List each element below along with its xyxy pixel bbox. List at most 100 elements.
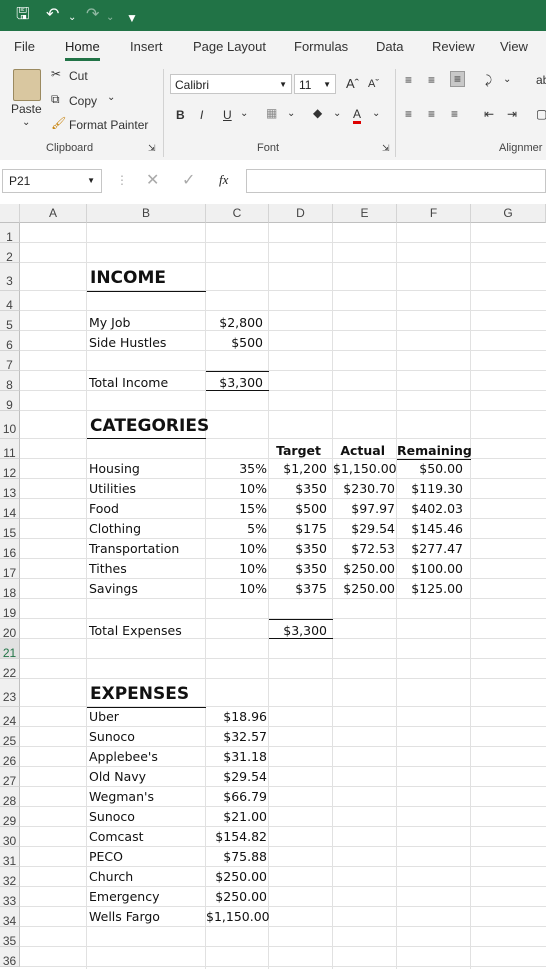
font-color-dropdown-icon[interactable]: ⌄ [372, 108, 380, 119]
row-header[interactable]: 24 [0, 707, 20, 728]
fill-dropdown-icon[interactable]: ⌄ [333, 108, 341, 119]
format-painter-icon[interactable]: 🖌 [51, 116, 66, 130]
redo-dropdown-icon[interactable]: ⌄ [106, 8, 114, 28]
align-right-icon[interactable]: ≡ [451, 107, 458, 121]
tab-insert[interactable]: Insert [130, 39, 163, 54]
borders-dropdown-icon[interactable]: ⌄ [287, 108, 295, 119]
row-header[interactable]: 16 [0, 539, 20, 560]
align-middle-icon[interactable]: ≡ [428, 73, 435, 87]
enter-icon[interactable]: ✓ [182, 170, 195, 190]
orientation-icon[interactable]: ⤸ [485, 73, 492, 88]
merge-center-icon[interactable]: ▢ [536, 107, 546, 121]
row-header[interactable]: 3 [0, 263, 20, 291]
undo-icon[interactable]: ↶ [46, 5, 59, 25]
name-box[interactable]: P21 ▼ [2, 169, 102, 193]
row-header[interactable]: 34 [0, 907, 20, 928]
row-header[interactable]: 21 [0, 639, 20, 660]
col-header-g[interactable]: G [471, 204, 546, 223]
col-header-e[interactable]: E [333, 204, 397, 223]
cut-icon[interactable]: ✂ [51, 67, 61, 81]
row-header[interactable]: 28 [0, 787, 20, 808]
redo-icon[interactable]: ↷ [86, 5, 99, 25]
format-painter-button[interactable]: Format Painter [69, 118, 148, 132]
row-header[interactable]: 8 [0, 371, 20, 392]
col-header-b[interactable]: B [87, 204, 206, 223]
row-header[interactable]: 32 [0, 867, 20, 888]
row-header[interactable]: 13 [0, 479, 20, 500]
align-left-icon[interactable]: ≡ [405, 107, 412, 121]
row-header[interactable]: 19 [0, 599, 20, 620]
row-header[interactable]: 18 [0, 579, 20, 600]
copy-dropdown-icon[interactable]: ⌄ [107, 92, 115, 103]
font-launcher-icon[interactable]: ⇲ [382, 143, 390, 154]
align-top-icon[interactable]: ≡ [405, 73, 412, 87]
col-header-d[interactable]: D [269, 204, 333, 223]
align-bottom-icon[interactable]: ≡ [450, 71, 466, 87]
italic-button[interactable]: I [200, 108, 203, 122]
row-header[interactable]: 4 [0, 291, 20, 312]
decrease-indent-icon[interactable]: ⇤ [484, 107, 494, 121]
wrap-text-icon[interactable]: ab [536, 73, 546, 87]
row-header[interactable]: 11 [0, 439, 20, 460]
bold-button[interactable]: B [176, 108, 185, 122]
copy-icon[interactable]: ⧉ [51, 92, 60, 107]
row-header[interactable]: 2 [0, 243, 20, 264]
tab-file[interactable]: File [14, 39, 35, 54]
col-header-c[interactable]: C [206, 204, 269, 223]
row-header[interactable]: 17 [0, 559, 20, 580]
tab-formulas[interactable]: Formulas [294, 39, 348, 54]
row-header[interactable]: 7 [0, 351, 20, 372]
copy-button[interactable]: Copy [69, 94, 97, 108]
row-header[interactable]: 20 [0, 619, 20, 640]
tab-view[interactable]: View [500, 39, 528, 54]
row-header[interactable]: 10 [0, 411, 20, 439]
row-header[interactable]: 22 [0, 659, 20, 680]
row-header[interactable]: 26 [0, 747, 20, 768]
paste-icon[interactable] [13, 69, 41, 101]
cut-button[interactable]: Cut [69, 69, 88, 83]
increase-indent-icon[interactable]: ⇥ [507, 107, 517, 121]
row-header[interactable]: 36 [0, 947, 20, 968]
row-header[interactable]: 33 [0, 887, 20, 908]
fill-color-icon[interactable]: ◆ [313, 106, 322, 120]
row-header[interactable]: 5 [0, 311, 20, 332]
row-header[interactable]: 30 [0, 827, 20, 848]
row-header[interactable]: 6 [0, 331, 20, 352]
row-header[interactable]: 14 [0, 499, 20, 520]
row-header[interactable]: 35 [0, 927, 20, 948]
paste-button[interactable]: Paste [11, 102, 42, 116]
select-all-corner[interactable] [0, 204, 20, 223]
col-header-a[interactable]: A [20, 204, 87, 223]
customize-icon[interactable]: ▼ [126, 8, 138, 28]
increase-font-icon[interactable]: Aˆ [346, 76, 359, 91]
insert-function-icon[interactable]: fx [219, 172, 228, 188]
row-header[interactable]: 9 [0, 391, 20, 412]
underline-button[interactable]: U [223, 108, 232, 122]
paste-dropdown-icon[interactable]: ⌄ [22, 117, 30, 128]
borders-icon[interactable]: ▦ [266, 106, 277, 120]
undo-dropdown-icon[interactable]: ⌄ [68, 8, 76, 28]
align-center-icon[interactable]: ≡ [428, 107, 435, 121]
clipboard-launcher-icon[interactable]: ⇲ [148, 143, 156, 154]
tab-data[interactable]: Data [376, 39, 403, 54]
row-header[interactable]: 12 [0, 459, 20, 480]
row-header[interactable]: 1 [0, 223, 20, 244]
row-header[interactable]: 25 [0, 727, 20, 748]
tab-home[interactable]: Home [65, 39, 100, 61]
row-header[interactable]: 15 [0, 519, 20, 540]
worksheet-grid[interactable]: A B C D E F G 1 2 3 4 5 6 7 8 9 10 11 12 13 14 15 16 17 1… [0, 204, 546, 969]
drag-handle-icon[interactable]: ⋮ [116, 173, 128, 187]
row-header[interactable]: 23 [0, 679, 20, 707]
orientation-dropdown-icon[interactable]: ⌄ [503, 74, 511, 85]
font-color-icon[interactable]: A [353, 107, 362, 124]
font-name-select[interactable]: Calibri ▼ [170, 74, 292, 94]
col-header-f[interactable]: F [397, 204, 471, 223]
formula-input[interactable] [246, 169, 546, 193]
save-icon[interactable]: 🖫 [16, 5, 30, 25]
tab-page-layout[interactable]: Page Layout [193, 39, 266, 54]
row-header[interactable]: 27 [0, 767, 20, 788]
decrease-font-icon[interactable]: Aˇ [368, 78, 379, 90]
row-header[interactable]: 31 [0, 847, 20, 868]
font-size-select[interactable]: 11 ▼ [294, 74, 336, 94]
cancel-icon[interactable]: ✕ [146, 170, 159, 190]
